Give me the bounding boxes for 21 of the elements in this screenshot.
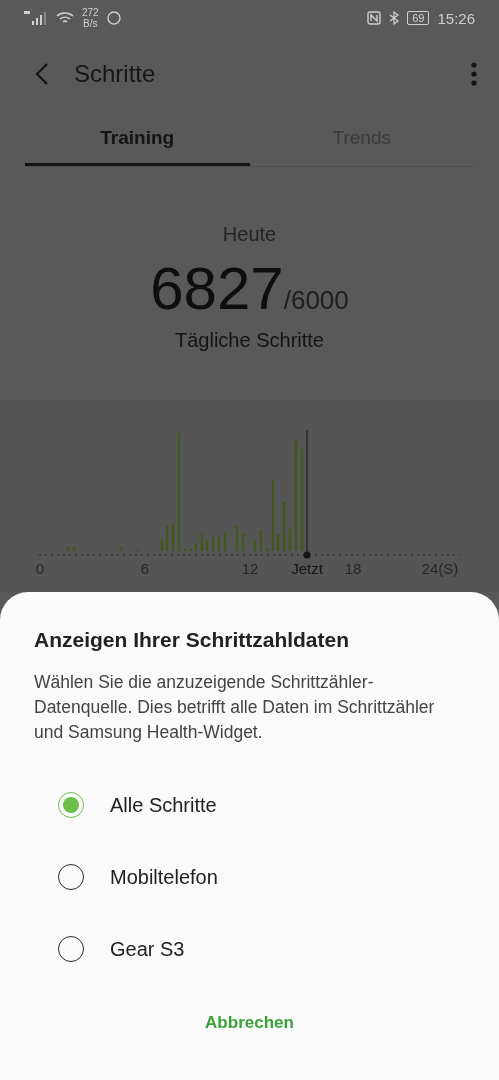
option-label[interactable]: Gear S3	[110, 937, 185, 961]
circle-icon	[106, 11, 121, 25]
sheet-description: Wählen Sie die anzuzeigende Schrittzähler-Datenquelle. Dies betrifft alle Daten im Schrittzähler und Samsung Health-Widget.	[34, 671, 436, 744]
nfc-icon	[367, 11, 382, 25]
clock: 15:26	[437, 9, 475, 27]
back-icon[interactable]	[34, 62, 50, 86]
page-title: Schritte	[74, 60, 157, 88]
step-count: 6827	[150, 254, 284, 323]
option-label[interactable]: Mobiltelefon	[110, 865, 218, 889]
caption: Tägliche Schritte	[175, 329, 324, 352]
net-speed: 272	[82, 7, 99, 18]
step-goal: /6000	[283, 285, 349, 316]
sheet-title: Anzeigen Ihrer Schrittzahldaten	[34, 628, 351, 652]
signal-icon	[24, 11, 48, 25]
more-icon[interactable]	[471, 62, 477, 86]
now-label: Jetzt	[291, 560, 323, 577]
wifi-icon	[56, 11, 74, 25]
option-label[interactable]: Alle Schritte	[110, 793, 217, 817]
bluetooth-icon	[389, 11, 400, 25]
battery-indicator: 69	[407, 11, 430, 25]
net-unit: B/s	[83, 18, 98, 29]
